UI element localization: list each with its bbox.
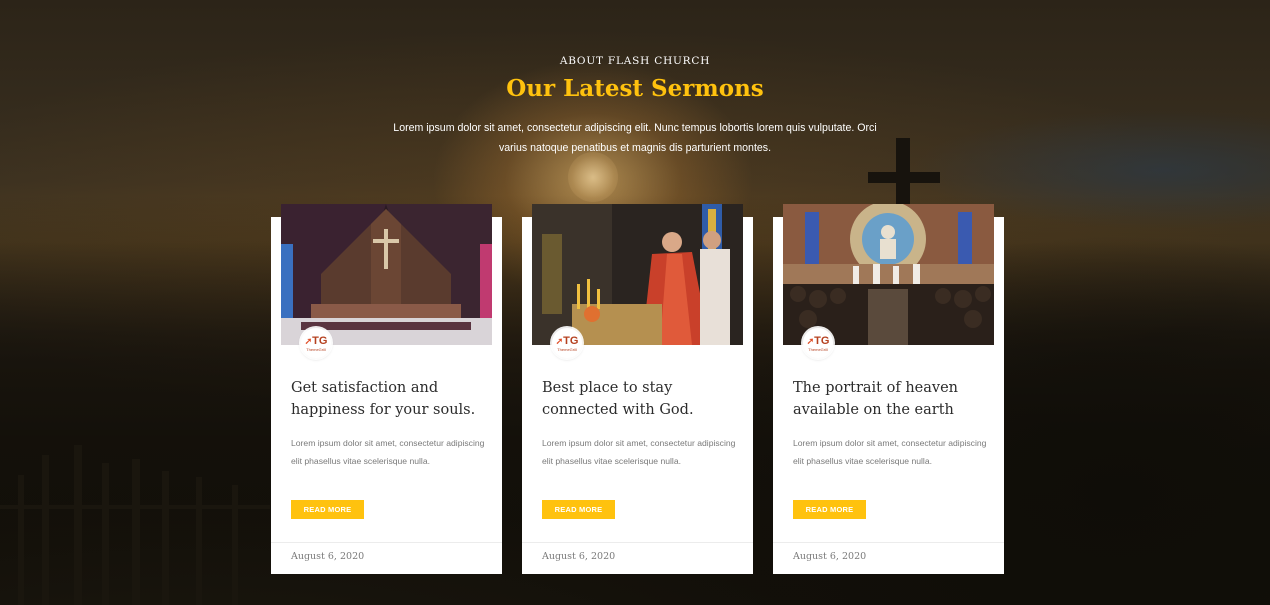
card-excerpt: Lorem ipsum dolor sit amet, consectetur …: [793, 438, 987, 466]
section-kicker: ABOUT FLASH CHURCH: [559, 55, 711, 67]
card-image[interactable]: [532, 204, 743, 345]
read-more-button[interactable]: READ MORE: [793, 500, 866, 519]
card-date[interactable]: August 6, 2020: [793, 551, 866, 562]
author-avatar[interactable]: ➚TG ThemeGrill: [552, 328, 582, 358]
card-date[interactable]: August 6, 2020: [542, 551, 615, 562]
avatar-label: TG: [312, 335, 328, 347]
card-divider: [271, 542, 502, 543]
background-fence: [0, 445, 270, 605]
read-more-button[interactable]: READ MORE: [542, 500, 615, 519]
avatar-name: ThemeGrill: [306, 347, 326, 352]
avatar-name: ThemeGrill: [557, 347, 577, 352]
avatar-label: TG: [814, 335, 830, 347]
avatar-name: ThemeGrill: [808, 347, 828, 352]
section-title: Our Latest Sermons: [506, 75, 764, 102]
sermon-card: ➚TG ThemeGrill Get satisfaction and happ…: [271, 204, 502, 574]
card-image[interactable]: [783, 204, 994, 345]
card-date[interactable]: August 6, 2020: [291, 551, 364, 562]
card-title[interactable]: Best place to stay connected with God.: [542, 377, 742, 421]
author-avatar[interactable]: ➚TG ThemeGrill: [803, 328, 833, 358]
card-title[interactable]: The portrait of heaven available on the …: [793, 377, 993, 421]
author-avatar[interactable]: ➚TG ThemeGrill: [301, 328, 331, 358]
logo-arrow-icon: ➚: [806, 336, 815, 346]
card-excerpt: Lorem ipsum dolor sit amet, consectetur …: [542, 438, 736, 466]
hilltop-cross: [868, 138, 940, 208]
card-excerpt: Lorem ipsum dolor sit amet, consectetur …: [291, 438, 485, 466]
logo-arrow-icon: ➚: [555, 336, 564, 346]
card-divider: [773, 542, 1004, 543]
read-more-button[interactable]: READ MORE: [291, 500, 364, 519]
section-intro: Lorem ipsum dolor sit amet, consectetur …: [393, 122, 877, 154]
card-image[interactable]: [281, 204, 492, 345]
card-divider: [522, 542, 753, 543]
logo-arrow-icon: ➚: [304, 336, 313, 346]
card-title[interactable]: Get satisfaction and happiness for your …: [291, 377, 491, 421]
sermon-card: ➚TG ThemeGrill The portrait of heaven av…: [773, 204, 1004, 574]
sermon-card: ➚TG ThemeGrill Best place to stay connec…: [522, 204, 753, 574]
avatar-label: TG: [563, 335, 579, 347]
